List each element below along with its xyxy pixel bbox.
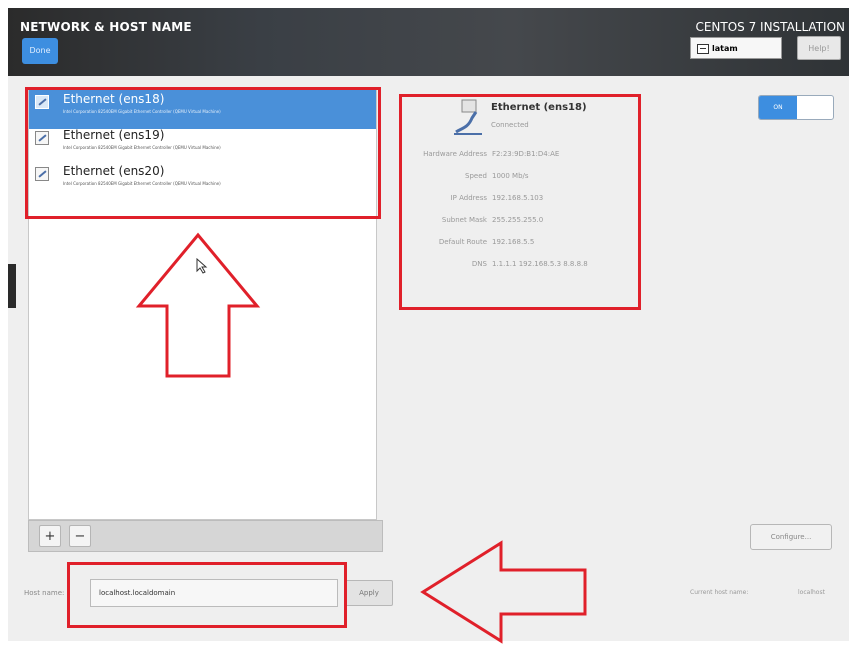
remove-interface-button[interactable]: − [69, 525, 91, 547]
configure-button[interactable]: Configure... [750, 524, 832, 550]
apply-button[interactable]: Apply [345, 580, 393, 606]
toggle-on-label: ON [759, 96, 797, 119]
help-button[interactable]: Help! [797, 36, 841, 60]
mouse-cursor-icon [196, 258, 208, 274]
keyboard-layout-indicator[interactable]: latam [690, 37, 782, 59]
interface-list-toolbar: + − [28, 520, 383, 552]
side-handle[interactable] [8, 264, 16, 308]
keyboard-layout-label: latam [712, 44, 738, 53]
annotation-box-details [399, 94, 641, 310]
done-button[interactable]: Done [22, 38, 58, 64]
page-title: NETWORK & HOST NAME [20, 20, 192, 34]
current-hostname-label: Current host name: [690, 589, 749, 596]
installer-window: NETWORK & HOST NAME Done CENTOS 7 INSTAL… [0, 0, 849, 645]
annotation-arrow-left [420, 540, 587, 644]
hostname-label: Host name: [24, 589, 65, 597]
product-title: CENTOS 7 INSTALLATION [695, 20, 845, 34]
annotation-arrow-up [135, 232, 261, 378]
interface-toggle[interactable]: ON [758, 95, 834, 120]
keyboard-icon [697, 43, 709, 54]
annotation-box-interfaces [25, 87, 381, 219]
add-interface-button[interactable]: + [39, 525, 61, 547]
current-hostname-value: localhost [798, 589, 825, 596]
annotation-box-hostname [67, 562, 347, 628]
